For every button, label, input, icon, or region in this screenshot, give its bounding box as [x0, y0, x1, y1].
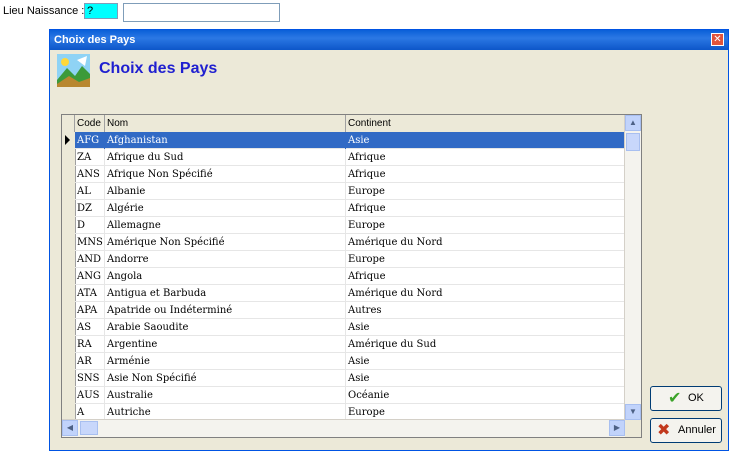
table-row[interactable]: ZA Afrique du Sud Afrique: [75, 149, 628, 166]
table-row[interactable]: AS Arabie Saoudite Asie: [75, 319, 628, 336]
cell-code: ANS: [75, 166, 105, 183]
table-row[interactable]: AFG Afghanistan Asie: [75, 132, 628, 149]
cell-continent: Asie: [346, 319, 628, 336]
cell-code: MNS: [75, 234, 105, 251]
table-row[interactable]: ATA Antigua et Barbuda Amérique du Nord: [75, 285, 628, 302]
cell-nom: Amérique Non Spécifié: [105, 234, 346, 251]
cell-continent: Asie: [346, 132, 628, 149]
cell-nom: Arabie Saoudite: [105, 319, 346, 336]
cell-continent: Amérique du Nord: [346, 234, 628, 251]
cell-continent: Amérique du Nord: [346, 285, 628, 302]
cell-nom: Asie Non Spécifié: [105, 370, 346, 387]
cross-icon: ✖: [657, 422, 671, 439]
lieu-naissance-name-field[interactable]: [123, 3, 280, 22]
scrollbar-corner: [625, 420, 641, 437]
cell-nom: Australie: [105, 387, 346, 404]
cell-code: SNS: [75, 370, 105, 387]
table-row[interactable]: ANG Angola Afrique: [75, 268, 628, 285]
dialog-title: Choix des Pays: [54, 34, 136, 46]
cancel-button-label: Annuler: [678, 424, 716, 436]
cell-code: ANG: [75, 268, 105, 285]
cell-code: AFG: [75, 132, 105, 149]
vertical-scrollbar[interactable]: ▲ ▼: [624, 115, 641, 420]
cell-nom: Afghanistan: [105, 132, 346, 149]
cell-continent: Afrique: [346, 149, 628, 166]
horizontal-scrollbar[interactable]: ◀ ▶: [62, 419, 625, 437]
table-row[interactable]: SNS Asie Non Spécifié Asie: [75, 370, 628, 387]
table-row[interactable]: RA Argentine Amérique du Sud: [75, 336, 628, 353]
dialog-header-title: Choix des Pays: [99, 60, 218, 77]
cell-code: D: [75, 217, 105, 234]
cell-continent: Asie: [346, 370, 628, 387]
column-header-nom[interactable]: Nom: [105, 115, 346, 132]
row-indicator-column: [62, 132, 76, 420]
cell-nom: Arménie: [105, 353, 346, 370]
cell-nom: Albanie: [105, 183, 346, 200]
cell-nom: Afrique Non Spécifié: [105, 166, 346, 183]
table-row[interactable]: APA Apatride ou Indéterminé Autres: [75, 302, 628, 319]
cell-code: AND: [75, 251, 105, 268]
table-row[interactable]: D Allemagne Europe: [75, 217, 628, 234]
cell-code: RA: [75, 336, 105, 353]
lieu-naissance-code-field[interactable]: ?: [84, 3, 118, 19]
cell-continent: Afrique: [346, 200, 628, 217]
cell-continent: Autres: [346, 302, 628, 319]
landscape-icon: [57, 54, 90, 87]
cell-continent: Europe: [346, 183, 628, 200]
checkmark-icon: ✔: [668, 390, 682, 407]
cell-code: APA: [75, 302, 105, 319]
cell-nom: Afrique du Sud: [105, 149, 346, 166]
cell-continent: Afrique: [346, 166, 628, 183]
cell-code: AR: [75, 353, 105, 370]
cell-nom: Andorre: [105, 251, 346, 268]
cell-code: AS: [75, 319, 105, 336]
indicator-header: [62, 115, 75, 132]
cell-code: DZ: [75, 200, 105, 217]
cell-nom: Algérie: [105, 200, 346, 217]
scroll-right-icon[interactable]: ▶: [609, 420, 625, 436]
cell-nom: Apatride ou Indéterminé: [105, 302, 346, 319]
table-row[interactable]: ANS Afrique Non Spécifié Afrique: [75, 166, 628, 183]
cell-continent: Europe: [346, 251, 628, 268]
cell-code: ATA: [75, 285, 105, 302]
choix-pays-dialog: Choix des Pays ✕ Choix des Pays Code Nom…: [49, 29, 729, 451]
scroll-left-icon[interactable]: ◀: [62, 420, 78, 436]
cancel-button[interactable]: ✖ Annuler: [650, 418, 722, 443]
table-row[interactable]: AUS Australie Océanie: [75, 387, 628, 404]
cell-continent: Océanie: [346, 387, 628, 404]
cell-continent: Europe: [346, 217, 628, 234]
table-row[interactable]: AND Andorre Europe: [75, 251, 628, 268]
column-header-code[interactable]: Code: [75, 115, 105, 132]
close-icon[interactable]: ✕: [711, 33, 724, 46]
table-row[interactable]: MNS Amérique Non Spécifié Amérique du Nord: [75, 234, 628, 251]
lieu-naissance-label: Lieu Naissance :: [3, 5, 85, 17]
dialog-titlebar[interactable]: Choix des Pays ✕: [50, 30, 728, 50]
grid-header: Code Nom Continent: [62, 115, 628, 133]
ok-button-label: OK: [688, 392, 704, 404]
horizontal-scroll-thumb[interactable]: [80, 421, 98, 435]
cell-continent: Afrique: [346, 268, 628, 285]
scroll-down-icon[interactable]: ▼: [625, 404, 641, 420]
vertical-scroll-thumb[interactable]: [626, 133, 640, 151]
column-header-continent[interactable]: Continent: [346, 115, 628, 132]
cell-nom: Angola: [105, 268, 346, 285]
cell-nom: Argentine: [105, 336, 346, 353]
cell-nom: Antigua et Barbuda: [105, 285, 346, 302]
countries-grid[interactable]: Code Nom Continent AFG Afghanistan Asie ZA A…: [61, 114, 642, 438]
cell-code: AUS: [75, 387, 105, 404]
table-row[interactable]: DZ Algérie Afrique: [75, 200, 628, 217]
cell-code: AL: [75, 183, 105, 200]
table-row[interactable]: AR Arménie Asie: [75, 353, 628, 370]
cell-code: ZA: [75, 149, 105, 166]
cell-nom: Allemagne: [105, 217, 346, 234]
scroll-up-icon[interactable]: ▲: [625, 115, 641, 131]
table-row[interactable]: AL Albanie Europe: [75, 183, 628, 200]
cell-continent: Amérique du Sud: [346, 336, 628, 353]
current-row-arrow-icon: [65, 135, 70, 145]
cell-continent: Asie: [346, 353, 628, 370]
ok-button[interactable]: ✔ OK: [650, 386, 722, 411]
